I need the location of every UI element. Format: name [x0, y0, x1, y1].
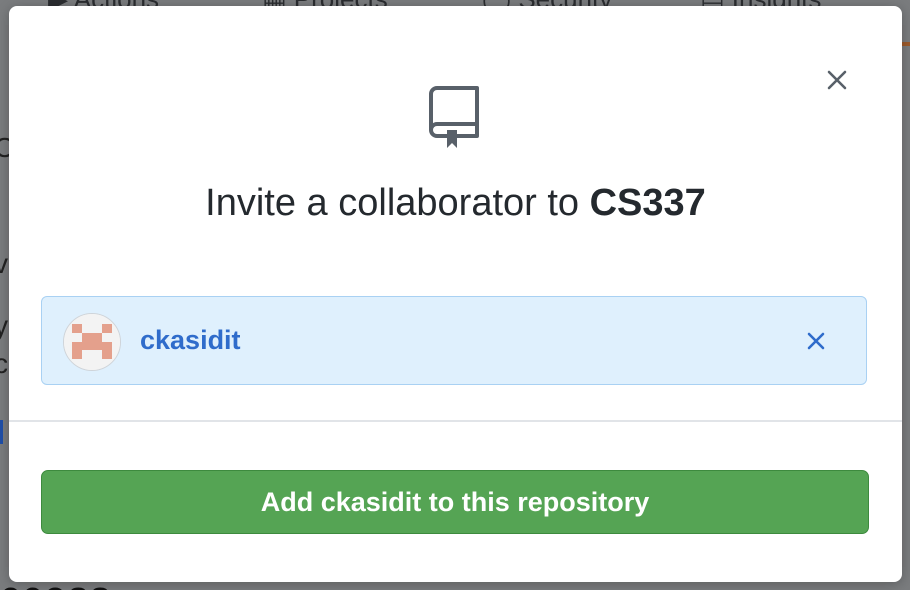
identicon: [64, 314, 120, 370]
close-icon: [807, 332, 825, 350]
repo-icon: [427, 84, 483, 152]
add-collaborator-button[interactable]: Add ckasidit to this repository: [41, 470, 869, 534]
invite-collaborator-dialog: Invite a collaborator to CS337 ckasidit …: [9, 6, 902, 582]
close-icon: [827, 70, 847, 90]
bg-text-fragment: y: [0, 310, 8, 341]
avatar: [63, 313, 121, 371]
repo-name: CS337: [589, 182, 706, 224]
close-dialog-button[interactable]: [819, 62, 855, 98]
selected-user-chip: ckasidit: [41, 296, 867, 385]
bg-text-fragment: c: [0, 348, 8, 379]
title-prefix: Invite a collaborator to: [205, 182, 590, 224]
remove-user-button[interactable]: [800, 325, 832, 357]
bg-text-fragment: v: [0, 248, 8, 279]
selected-username: ckasidit: [140, 325, 241, 355]
bg-link: [0, 420, 3, 444]
divider: [9, 420, 902, 422]
dialog-title: Invite a collaborator to CS337: [9, 182, 902, 225]
